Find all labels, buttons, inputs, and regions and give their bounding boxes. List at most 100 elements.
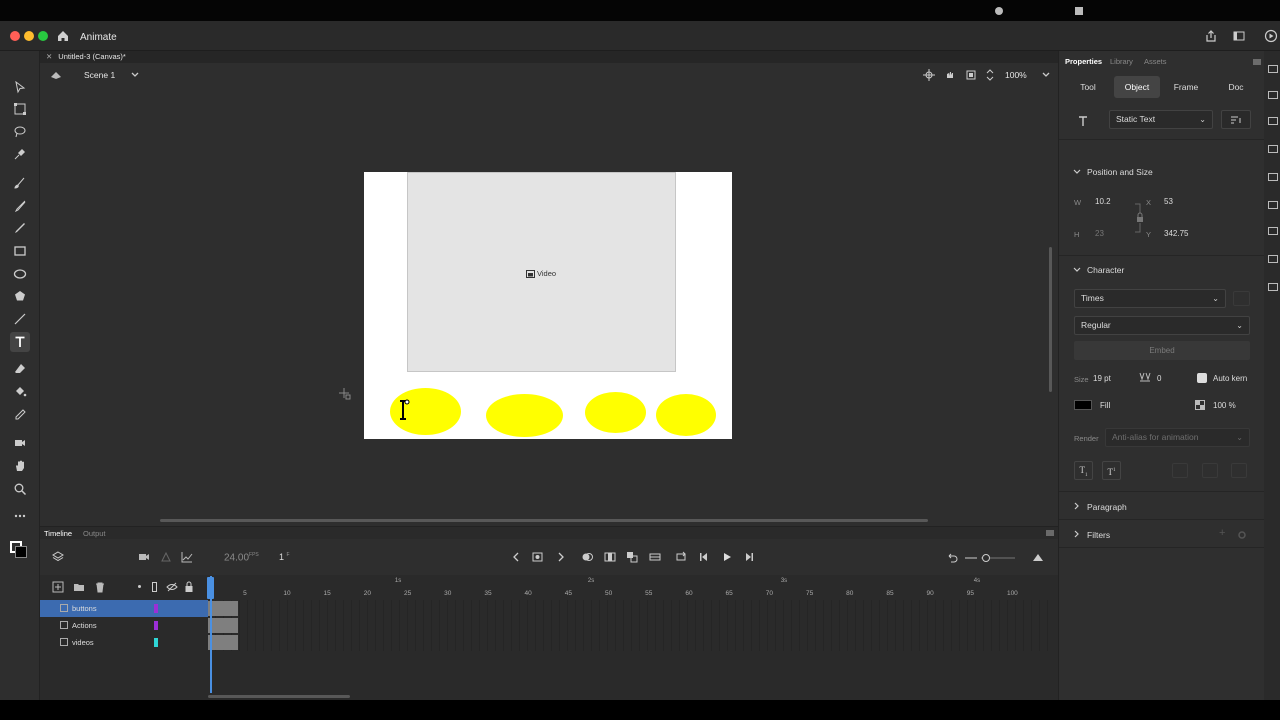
zoom-tool-icon[interactable]: [10, 479, 30, 499]
chevron-right-icon[interactable]: [1073, 530, 1081, 538]
y-field[interactable]: 342.75: [1164, 229, 1188, 238]
edit-multiple-frames-icon[interactable]: [604, 551, 616, 563]
tab-library[interactable]: Library: [1110, 57, 1133, 66]
lasso-tool-icon[interactable]: [10, 122, 30, 142]
vertical-scrollbar[interactable]: [1049, 247, 1052, 392]
selectable-text-button[interactable]: [1172, 463, 1188, 478]
stage-area[interactable]: Video: [40, 87, 1052, 529]
publish-icon[interactable]: [1264, 29, 1278, 43]
frame-row[interactable]: [208, 617, 1048, 634]
create-tween-icon[interactable]: [626, 551, 638, 563]
layer-actions[interactable]: Actions: [40, 617, 208, 634]
panel-icon[interactable]: [1268, 283, 1278, 291]
keyframe-block[interactable]: [208, 618, 238, 633]
paint-bucket-tool-icon[interactable]: [10, 382, 30, 402]
button-ellipse[interactable]: [585, 392, 646, 433]
oval-tool-icon[interactable]: [10, 264, 30, 284]
chevron-down-icon[interactable]: [1042, 72, 1050, 78]
zoom-field[interactable]: 100%: [1000, 67, 1040, 83]
workspace-icon[interactable]: [1232, 29, 1246, 43]
panel-menu-icon[interactable]: [1046, 530, 1054, 536]
more-tools-icon[interactable]: [10, 506, 30, 526]
layer-buttons[interactable]: buttons: [40, 600, 208, 617]
tab-object[interactable]: Object: [1114, 76, 1160, 98]
tab-timeline[interactable]: Timeline: [44, 529, 72, 538]
x-field[interactable]: 53: [1164, 197, 1173, 206]
pencil-tool-icon[interactable]: [10, 218, 30, 238]
add-filter-icon[interactable]: +: [1219, 527, 1225, 539]
stage[interactable]: Video: [364, 172, 732, 439]
close-window-icon[interactable]: [10, 31, 20, 41]
tab-output[interactable]: Output: [83, 529, 106, 538]
panel-icon[interactable]: [1268, 145, 1278, 153]
panel-icon[interactable]: [1268, 173, 1278, 181]
camera-tool-icon[interactable]: [10, 433, 30, 453]
scene-icon[interactable]: [50, 69, 62, 81]
chevron-down-icon[interactable]: [131, 72, 139, 78]
minimize-window-icon[interactable]: [24, 31, 34, 41]
document-tab[interactable]: ✕ Untitled-3 (Canvas)*: [40, 51, 126, 63]
layer-color[interactable]: [154, 604, 158, 613]
chevron-down-icon[interactable]: [1073, 266, 1081, 274]
superscript-button[interactable]: T1: [1102, 461, 1121, 480]
horizontal-scrollbar[interactable]: [160, 519, 928, 522]
next-keyframe-icon[interactable]: [555, 551, 567, 563]
font-size-field[interactable]: 19 pt: [1093, 374, 1111, 383]
opacity-field[interactable]: 100 %: [1213, 401, 1236, 410]
share-icon[interactable]: [1204, 29, 1218, 43]
lock-ratio-icon[interactable]: [1135, 203, 1145, 233]
embed-button[interactable]: Embed: [1074, 341, 1250, 360]
previous-keyframe-icon[interactable]: [510, 551, 522, 563]
undo-icon[interactable]: [946, 551, 958, 563]
section-position-size[interactable]: Position and Size: [1087, 167, 1153, 177]
timeline-scrollbar[interactable]: [208, 695, 350, 698]
fps-display[interactable]: 24.00FPS: [224, 552, 259, 563]
width-field[interactable]: 10.2: [1095, 197, 1111, 206]
panel-icon[interactable]: [1268, 201, 1278, 209]
tab-properties[interactable]: Properties: [1065, 57, 1102, 66]
step-forward-icon[interactable]: [743, 551, 755, 563]
zoom-stepper-icon[interactable]: [986, 67, 994, 83]
hide-layers-icon[interactable]: [166, 582, 178, 592]
layers-icon[interactable]: [52, 551, 64, 563]
font-style-select[interactable]: Regular ⌄: [1074, 316, 1250, 335]
tab-doc[interactable]: Doc: [1212, 76, 1260, 98]
eraser-tool-icon[interactable]: [10, 359, 30, 379]
close-tab-icon[interactable]: ✕: [46, 52, 52, 61]
stroke-fill-swatch[interactable]: [10, 541, 28, 559]
text-orientation-select[interactable]: [1221, 110, 1251, 129]
panel-icon[interactable]: [1268, 91, 1278, 99]
rectangle-tool-icon[interactable]: [10, 241, 30, 261]
tab-assets[interactable]: Assets: [1144, 57, 1167, 66]
hand-tool-icon[interactable]: [10, 456, 30, 476]
insert-blank-keyframe-icon[interactable]: [649, 551, 661, 563]
frame-row[interactable]: [208, 634, 1048, 651]
subscript-button[interactable]: T1: [1074, 461, 1093, 480]
video-component[interactable]: Video: [407, 172, 676, 372]
chevron-right-icon[interactable]: [1073, 502, 1081, 510]
autokern-checkbox[interactable]: [1197, 373, 1207, 383]
line-tool-icon[interactable]: [10, 309, 30, 329]
tab-tool[interactable]: Tool: [1064, 76, 1112, 98]
outline-layer-icon[interactable]: [152, 582, 157, 592]
maximize-window-icon[interactable]: [38, 31, 48, 41]
layer-color[interactable]: [154, 638, 158, 647]
font-settings-icon[interactable]: [1233, 291, 1250, 306]
show-border-button[interactable]: [1231, 463, 1247, 478]
panel-icon[interactable]: [1268, 227, 1278, 235]
render-html-button[interactable]: [1202, 463, 1218, 478]
frame-zoom-slider[interactable]: [965, 553, 1015, 563]
highlight-layer-icon[interactable]: [138, 585, 141, 588]
insert-keyframe-icon[interactable]: [532, 551, 544, 563]
panel-icon[interactable]: [1268, 65, 1278, 73]
text-type-select[interactable]: Static Text ⌄: [1109, 110, 1213, 129]
panel-icon[interactable]: [1268, 255, 1278, 263]
layer-videos[interactable]: videos: [40, 634, 208, 651]
render-select[interactable]: Anti-alias for animation ⌄: [1105, 428, 1250, 447]
new-layer-icon[interactable]: [52, 581, 64, 593]
frame-row[interactable]: [208, 600, 1048, 617]
filter-settings-icon[interactable]: [1237, 530, 1247, 540]
selection-tool-icon[interactable]: [10, 77, 30, 97]
delete-layer-icon[interactable]: [94, 581, 106, 593]
button-ellipse[interactable]: [486, 394, 563, 437]
